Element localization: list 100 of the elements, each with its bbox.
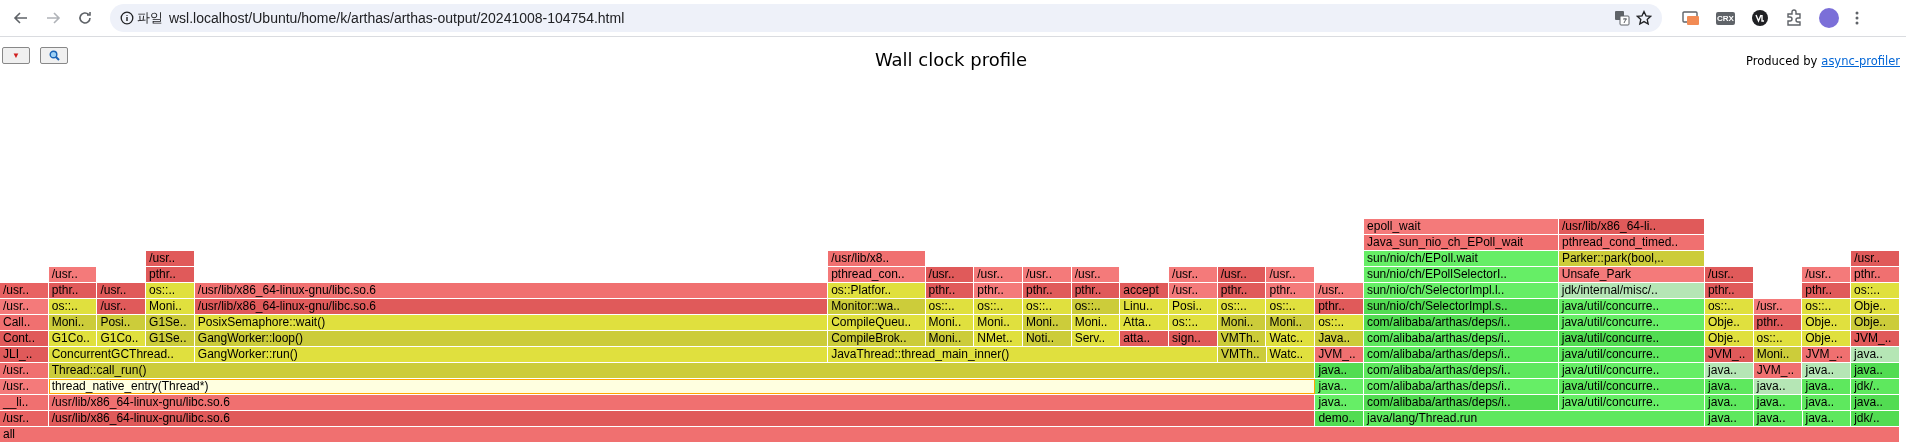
stack-frame[interactable]: all (0, 427, 1900, 442)
extension-icon[interactable] (1750, 9, 1769, 27)
stack-frame[interactable]: pthr.. (1802, 283, 1851, 298)
stack-frame[interactable]: G1Co.. (48, 331, 98, 346)
stack-frame[interactable]: /usr/lib/x86_64-linux-gnu/libc.so.6 (48, 395, 1316, 410)
stack-frame[interactable]: Java.. (1315, 331, 1364, 346)
stack-frame[interactable]: os::.. (1071, 299, 1121, 314)
stack-frame[interactable]: /usr.. (0, 411, 49, 426)
stack-frame[interactable]: os::.. (925, 299, 975, 314)
stack-frame[interactable]: os::.. (1802, 299, 1851, 314)
stack-frame[interactable]: java/util/concurre.. (1558, 315, 1705, 330)
stack-frame[interactable]: Java_sun_nio_ch_EPoll_wait (1364, 235, 1559, 250)
stack-frame[interactable]: pthr.. (1315, 299, 1364, 314)
stack-frame[interactable]: CompileBrok.. (828, 331, 926, 346)
stack-frame[interactable]: pthread_cond_timed.. (1558, 235, 1706, 250)
stack-frame[interactable]: java.. (1851, 395, 1900, 410)
stack-frame[interactable]: /usr.. (0, 299, 49, 314)
stack-frame[interactable]: epoll_wait (1364, 219, 1559, 234)
stack-frame[interactable]: /usr.. (97, 283, 147, 298)
stack-frame[interactable]: com/alibaba/arthas/deps/i.. (1363, 315, 1559, 330)
stack-frame[interactable]: os::.. (1851, 283, 1900, 298)
stack-frame[interactable]: Obje.. (1802, 315, 1851, 330)
stack-frame[interactable]: atta.. (1120, 331, 1170, 346)
stack-frame[interactable]: /usr.. (974, 267, 1023, 282)
stack-frame[interactable]: /usr.. (1753, 299, 1803, 314)
stack-frame[interactable]: java.. (1705, 395, 1754, 410)
stack-frame[interactable]: Moni.. (1071, 315, 1121, 330)
stack-frame[interactable]: Obje.. (1802, 331, 1851, 346)
stack-frame[interactable]: jdk/.. (1851, 411, 1900, 426)
reverse-button[interactable]: ▼ (2, 47, 30, 64)
stack-frame[interactable]: demo.. (1315, 411, 1365, 426)
stack-frame[interactable]: /usr.. (1022, 267, 1072, 282)
menu-icon[interactable] (1854, 10, 1859, 26)
stack-frame[interactable]: GangWorker::run() (194, 347, 829, 362)
stack-frame[interactable]: os::.. (1315, 315, 1364, 330)
stack-frame[interactable]: java/util/concurre.. (1558, 299, 1705, 314)
stack-frame[interactable]: Obje.. (1704, 315, 1754, 330)
stack-frame[interactable]: JVM_.. (1802, 347, 1852, 362)
stack-frame[interactable]: JVM_.. (1753, 363, 1803, 378)
stack-frame[interactable]: /usr.. (1266, 267, 1316, 282)
stack-frame[interactable]: java/util/concurre.. (1558, 347, 1705, 362)
stack-frame[interactable]: Moni.. (146, 299, 195, 314)
stack-frame[interactable]: java/util/concurre.. (1558, 395, 1706, 410)
stack-frame[interactable]: /usr.. (1217, 267, 1267, 282)
stack-frame[interactable]: /usr.. (97, 299, 147, 314)
stack-frame[interactable]: JVM_.. (1315, 347, 1364, 362)
stack-frame[interactable]: os::.. (1704, 299, 1754, 314)
puzzle-icon[interactable] (1784, 9, 1803, 27)
stack-frame[interactable]: Moni.. (974, 315, 1023, 330)
stack-frame[interactable]: /usr.. (0, 283, 49, 298)
stack-frame[interactable]: sun/nio/ch/EPoll.wait (1364, 251, 1559, 266)
stack-frame[interactable]: pthr.. (974, 283, 1023, 298)
stack-frame[interactable]: java.. (1753, 379, 1803, 394)
media-icon[interactable] (1682, 10, 1700, 26)
stack-frame[interactable]: pthr.. (925, 283, 975, 298)
stack-frame[interactable]: Atta.. (1120, 315, 1170, 330)
stack-frame[interactable]: VMTh.. (1217, 347, 1267, 362)
stack-frame[interactable]: Moni.. (925, 315, 975, 330)
stack-frame[interactable]: java.. (1315, 395, 1365, 410)
stack-frame[interactable]: Unsafe_Park (1558, 267, 1705, 282)
stack-frame[interactable]: pthr.. (48, 283, 98, 298)
stack-frame[interactable]: java.. (1705, 411, 1754, 426)
stack-frame[interactable]: accept (1120, 283, 1170, 298)
stack-frame[interactable]: /usr/lib/x86_64-linux-gnu/libc.so.6 (194, 299, 829, 314)
profile-avatar[interactable] (1818, 8, 1839, 28)
star-icon[interactable] (1636, 10, 1652, 26)
stack-frame[interactable]: pthread_con.. (828, 267, 926, 282)
profiler-link[interactable]: async-profiler (1821, 54, 1900, 68)
stack-frame[interactable]: Cont.. (0, 331, 49, 346)
stack-frame[interactable]: Noti.. (1022, 331, 1072, 346)
stack-frame[interactable]: VMTh.. (1217, 331, 1267, 346)
stack-frame[interactable]: java.. (1315, 363, 1365, 378)
stack-frame[interactable]: Linu.. (1120, 299, 1170, 314)
stack-frame[interactable]: java.. (1705, 379, 1754, 394)
stack-frame[interactable]: JLI_.. (0, 347, 49, 362)
stack-frame[interactable]: /usr.. (1071, 267, 1121, 282)
stack-frame[interactable]: Moni.. (925, 331, 975, 346)
stack-frame[interactable]: Serv.. (1071, 331, 1121, 346)
stack-frame[interactable]: pthr.. (1217, 283, 1267, 298)
stack-frame[interactable]: pthr.. (146, 267, 195, 282)
stack-frame[interactable]: Obje.. (1851, 299, 1900, 314)
stack-frame[interactable]: Obje.. (1704, 331, 1754, 346)
stack-frame[interactable]: java/util/concurre.. (1558, 363, 1706, 378)
stack-frame[interactable]: /usr.. (925, 267, 975, 282)
stack-frame[interactable]: /usr.. (1704, 267, 1754, 282)
stack-frame[interactable]: G1Se.. (146, 315, 195, 330)
stack-frame[interactable]: /usr/lib/x86_64-linux-gnu/libc.so.6 (194, 283, 829, 298)
stack-frame[interactable]: java.. (1851, 347, 1900, 362)
stack-frame[interactable]: Monitor::wa.. (828, 299, 926, 314)
stack-frame[interactable]: ConcurrentGCThread.. (48, 347, 195, 362)
stack-frame[interactable]: /usr/lib/x8.. (828, 251, 926, 266)
stack-frame[interactable]: sun/nio/ch/EPollSelectorI.. (1363, 267, 1559, 282)
stack-frame[interactable]: os::Platfor.. (828, 283, 926, 298)
stack-frame[interactable]: thread_native_entry(Thread*) (48, 379, 1316, 394)
stack-frame[interactable]: Watc.. (1266, 331, 1316, 346)
stack-frame[interactable]: os::.. (1266, 299, 1316, 314)
stack-frame[interactable]: os::.. (1217, 299, 1267, 314)
stack-frame[interactable]: os::.. (1753, 331, 1803, 346)
stack-frame[interactable]: java.. (1705, 363, 1754, 378)
stack-frame[interactable]: Parker::park(bool,.. (1558, 251, 1706, 266)
